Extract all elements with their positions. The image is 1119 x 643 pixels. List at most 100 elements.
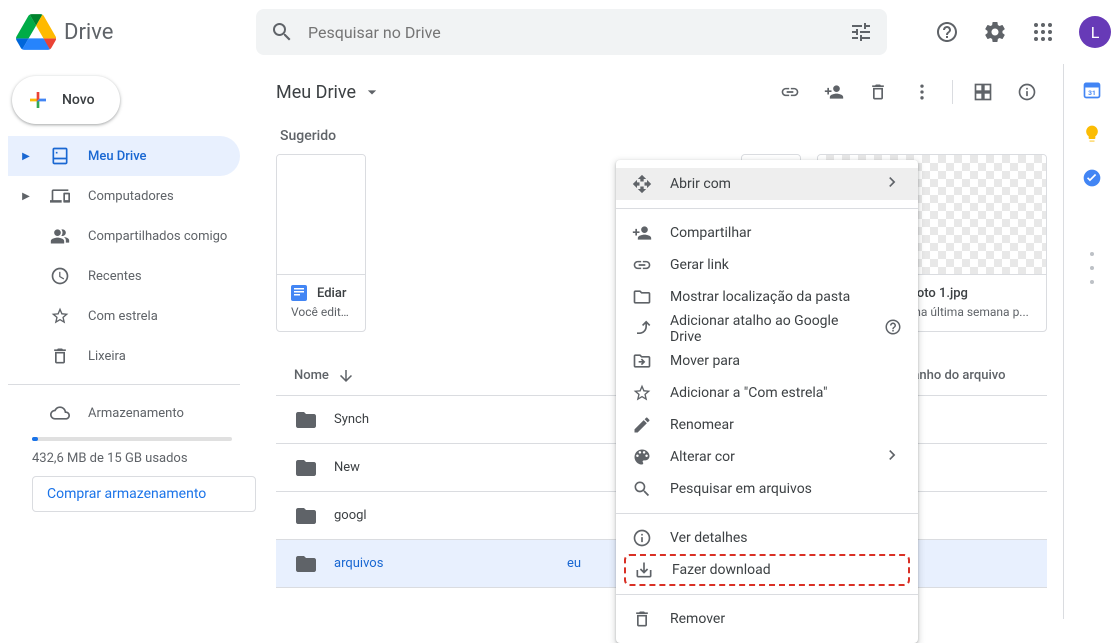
drive-logo-icon [16,12,56,52]
grid-view-button[interactable] [963,72,1003,112]
cm-rename[interactable]: Renomear [616,409,918,441]
side-panel: 31 [1063,64,1119,619]
shortcut-icon [632,319,652,339]
share-icon [632,223,652,243]
my-drive-icon [50,146,70,166]
header-actions: L [927,12,1111,52]
help-icon[interactable] [884,318,902,340]
toolbar [770,72,1047,112]
folder-icon [632,287,652,307]
sidebar-item-my-drive[interactable]: ▶ Meu Drive [8,136,240,176]
cm-get-link[interactable]: Gerar link [616,249,918,281]
open-with-icon [632,174,652,194]
cloud-icon [50,403,70,423]
sidebar-item-label: Com estrela [88,309,158,324]
cm-download[interactable]: Fazer download [624,554,910,586]
sidebar-item-trash[interactable]: ▶ Lixeira [8,336,240,376]
docs-icon [291,285,307,301]
sidebar-item-label: Computadores [88,189,174,204]
app-name: Drive [64,20,113,45]
sidebar-item-label: Recentes [88,269,142,284]
sort-arrow-icon [337,367,355,385]
sidebar-item-label: Meu Drive [88,149,147,164]
cm-remove[interactable]: Remover [616,603,918,635]
storage-text: 432,6 MB de 15 GB usados [8,441,256,476]
calendar-icon[interactable]: 31 [1082,80,1102,100]
breadcrumb[interactable]: Meu Drive [276,82,382,103]
folder-icon [294,504,318,528]
column-name[interactable]: Nome [276,367,567,385]
expand-icon: ▶ [20,151,32,162]
sidebar-item-label: Compartilhados comigo [88,229,227,244]
cm-show-location[interactable]: Mostrar localização da pasta [616,281,918,313]
search-options-icon[interactable] [841,12,881,52]
sidebar-item-recent[interactable]: ▶ Recentes [8,256,240,296]
more-button[interactable] [902,72,942,112]
search-bar[interactable] [256,9,887,55]
cm-move-to[interactable]: Mover para [616,345,918,377]
move-icon [632,351,652,371]
computers-icon [50,186,70,206]
settings-icon[interactable] [975,12,1015,52]
title-bar: Meu Drive [276,64,1047,112]
cm-share[interactable]: Compartilhar [616,217,918,249]
download-icon [634,560,654,580]
avatar[interactable]: L [1079,16,1111,48]
new-button-label: Novo [62,92,95,108]
shared-icon [50,226,70,246]
search-input[interactable] [308,23,835,42]
sidebar-item-storage[interactable]: ▶ Armazenamento [8,393,240,433]
cm-view-details[interactable]: Ver detalhes [616,522,918,554]
cm-search-within[interactable]: Pesquisar em arquivos [616,473,918,505]
card-thumbnail [277,155,365,275]
sidebar-item-label: Armazenamento [88,406,184,421]
cm-add-star[interactable]: Adicionar a "Com estrela" [616,377,918,409]
search-icon[interactable] [262,12,302,52]
expand-icon: ▶ [20,191,32,202]
plus-icon [26,88,50,112]
tasks-icon[interactable] [1082,168,1102,188]
search-container [256,9,887,55]
dropdown-icon [362,82,382,102]
suggested-card[interactable]: Ediar Você editou n [276,154,366,332]
recent-icon [50,266,70,286]
trash-icon [50,346,70,366]
palette-icon [632,447,652,467]
panel-more-icon [1090,252,1094,284]
search-icon [632,479,652,499]
rename-icon [632,415,652,435]
apps-icon[interactable] [1023,12,1063,52]
sidebar-item-starred[interactable]: ▶ Com estrela [8,296,240,336]
keep-icon[interactable] [1082,124,1102,144]
sidebar-item-computers[interactable]: ▶ Computadores [8,176,240,216]
content-area: Meu Drive Sugerido E [256,64,1063,619]
chevron-right-icon [882,445,902,469]
sidebar: Novo ▶ Meu Drive ▶ Computadores ▶ Compar… [0,64,256,619]
support-icon[interactable] [927,12,967,52]
star-icon [50,306,70,326]
sidebar-item-label: Lixeira [88,349,126,364]
folder-icon [294,456,318,480]
folder-icon [294,552,318,576]
cm-change-color[interactable]: Alterar cor [616,441,918,473]
sidebar-item-shared[interactable]: ▶ Compartilhados comigo [8,216,240,256]
get-link-button[interactable] [770,72,810,112]
share-button[interactable] [814,72,854,112]
storage-bar [32,437,232,441]
drive-logo[interactable]: Drive [16,12,256,52]
buy-storage-button[interactable]: Comprar armazenamento [32,476,256,512]
info-button[interactable] [1007,72,1047,112]
delete-button[interactable] [858,72,898,112]
chevron-right-icon [882,172,902,196]
suggested-heading: Sugerido [276,112,1047,154]
context-menu: Abrir com Compartilhar Gerar link Mostra… [616,160,918,643]
new-button[interactable]: Novo [12,76,120,124]
link-icon [632,255,652,275]
trash-icon [632,609,652,629]
info-icon [632,528,652,548]
cm-open-with[interactable]: Abrir com [616,168,918,200]
cm-add-shortcut[interactable]: Adicionar atalho ao Google Drive [616,313,918,345]
header: Drive L [0,0,1119,64]
svg-text:31: 31 [1088,89,1096,97]
star-icon [632,383,652,403]
